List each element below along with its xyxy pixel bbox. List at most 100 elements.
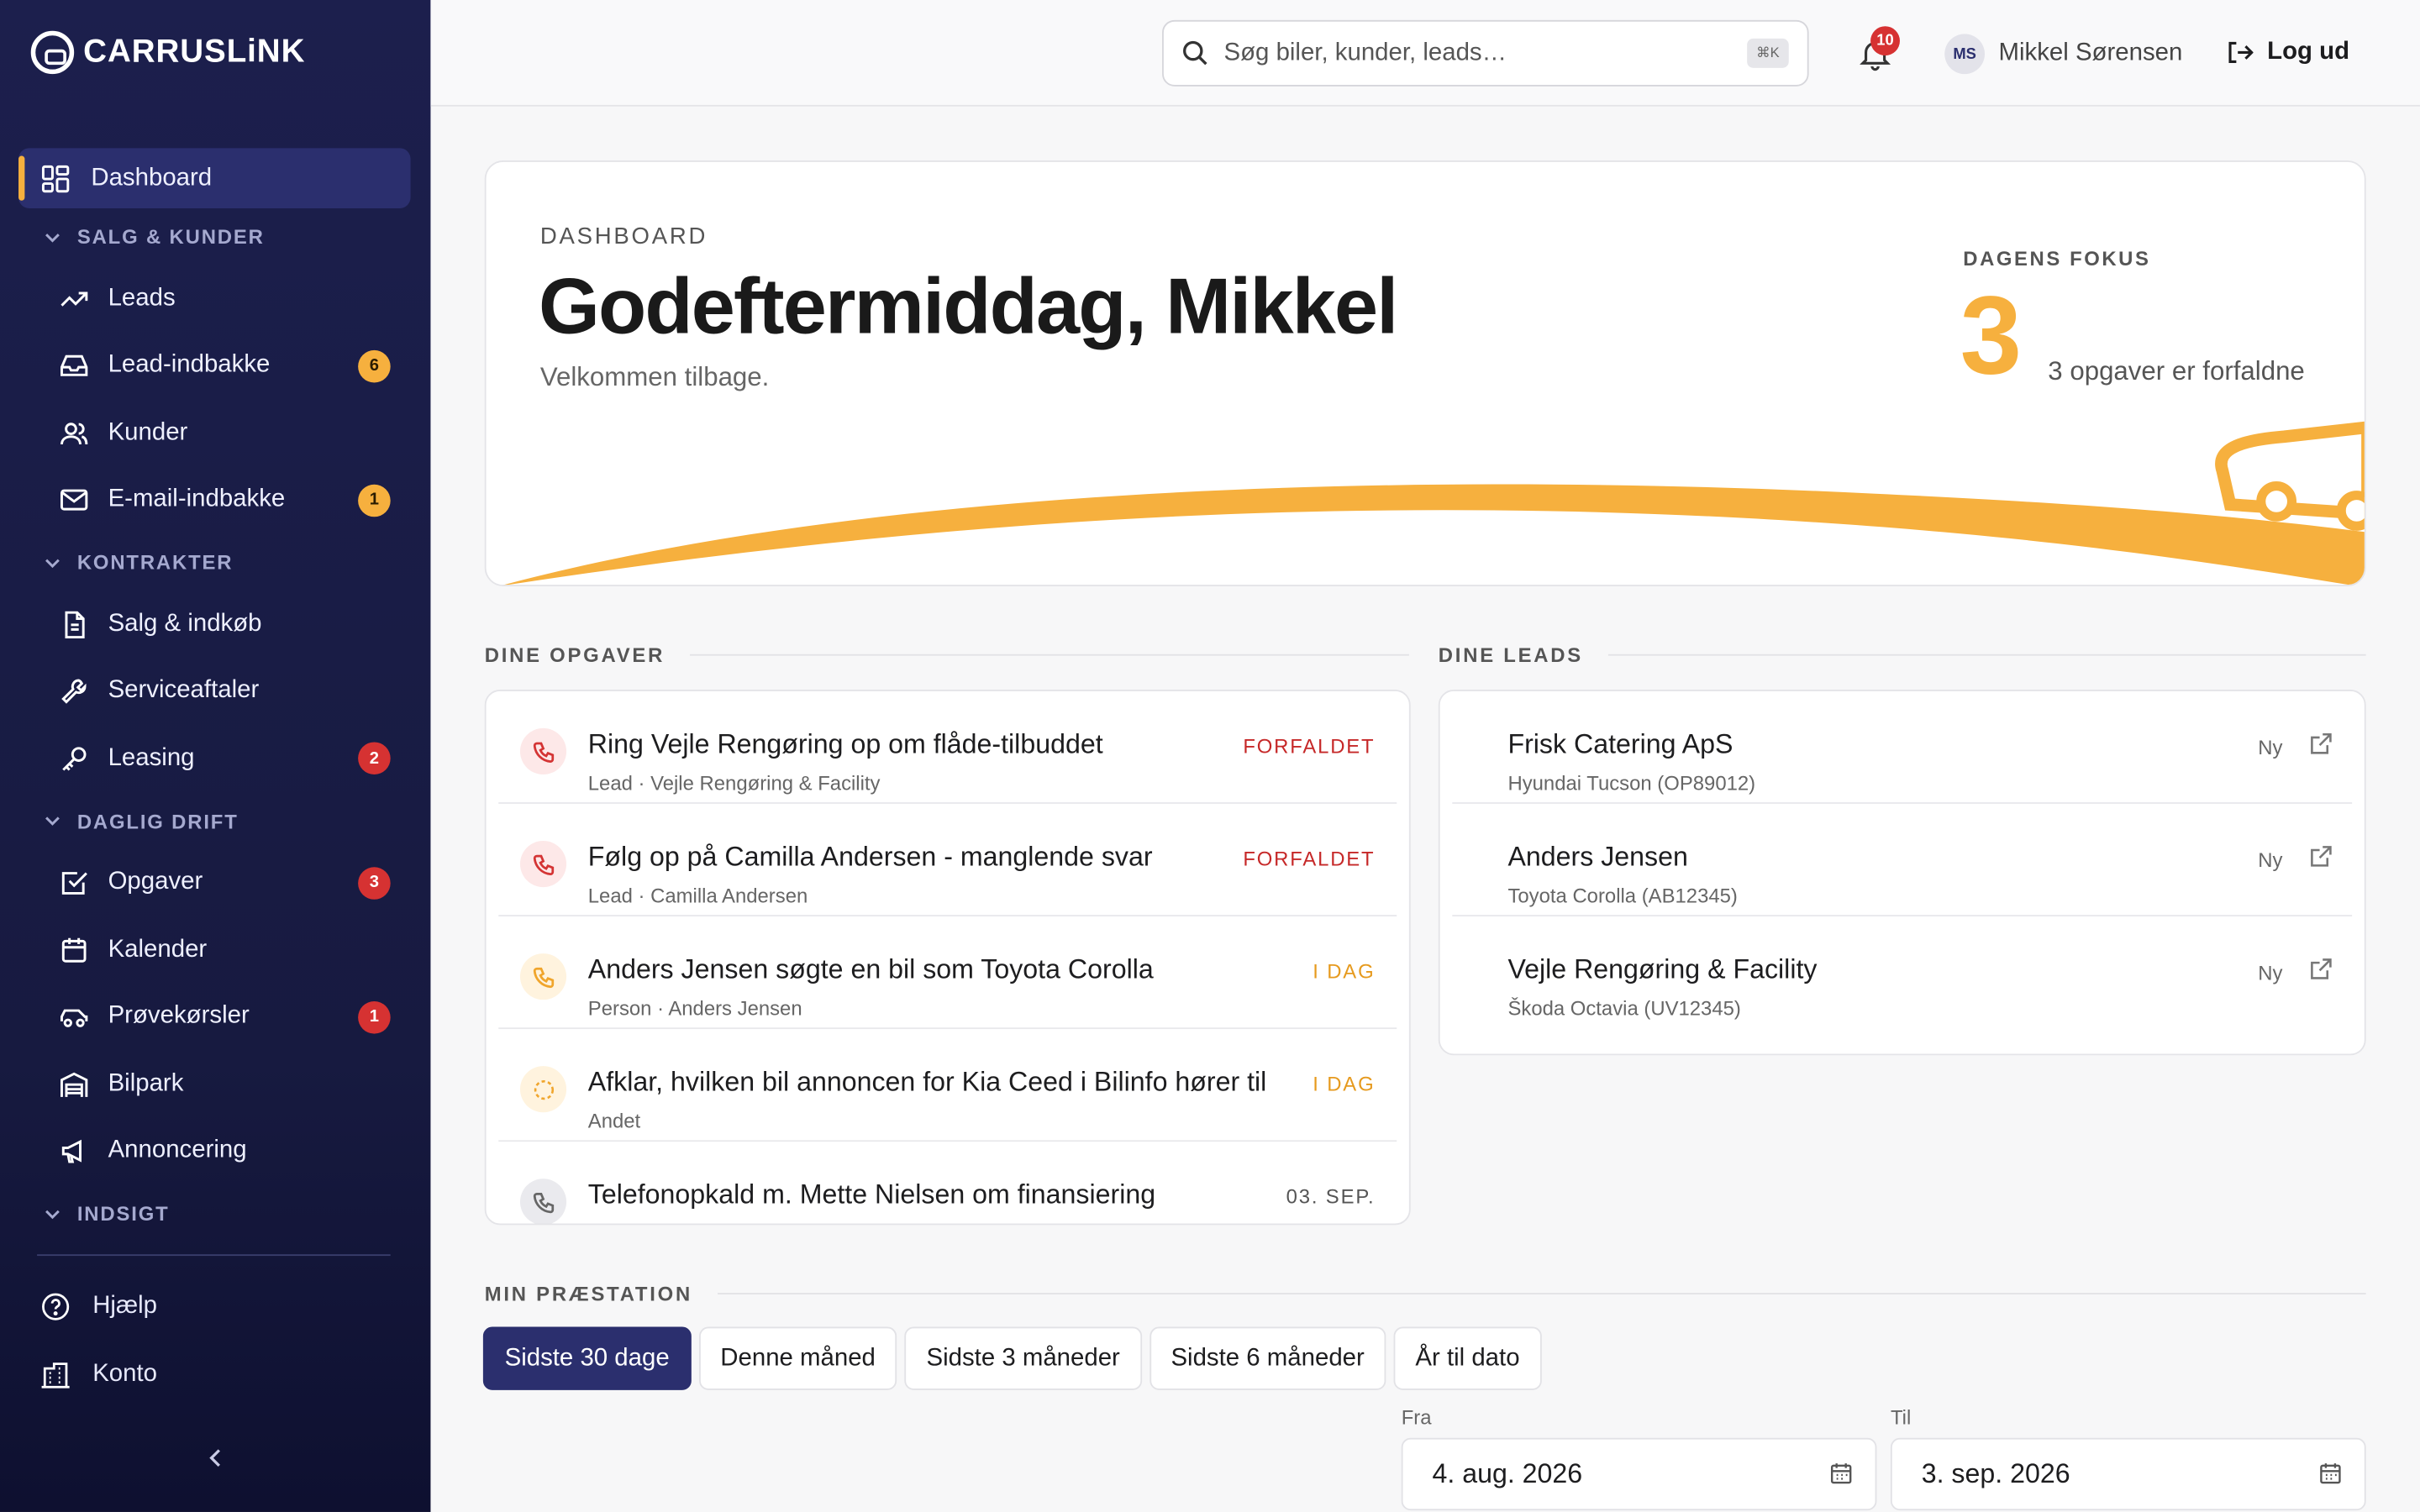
lead-row[interactable]: Vejle Rengøring & Facility Škoda Octavia… (1452, 916, 2352, 1029)
tasks-heading: DINE OPGAVER (484, 643, 1409, 667)
external-link-icon[interactable] (2309, 957, 2333, 981)
calendar-icon (59, 935, 90, 966)
search-input[interactable] (1223, 39, 1718, 67)
tab-this-month[interactable]: Denne måned (698, 1326, 897, 1390)
task-row[interactable]: Telefonopkald m. Mette Nielsen om finans… (498, 1142, 1397, 1224)
help-circle-icon (42, 1293, 70, 1320)
count-badge: 1 (358, 1000, 391, 1034)
task-title: Følg op på Camilla Andersen - manglende … (587, 841, 1153, 872)
section-indsigt[interactable]: INDSIGT (18, 1185, 411, 1242)
sidebar-item-serviceaftaler[interactable]: Serviceaftaler (18, 658, 411, 725)
sidebar-item-leasing[interactable]: Leasing 2 (18, 725, 411, 792)
task-row[interactable]: Ring Vejle Rengøring op om flåde-tilbudd… (498, 691, 1397, 804)
sidebar-item-label: Kalender (108, 936, 208, 963)
shortcut-hint: ⌘K (1747, 38, 1789, 68)
tab-year-to-date[interactable]: År til dato (1393, 1326, 1542, 1390)
sidebar-item-salg-indkob[interactable]: Salg & indkøb (18, 591, 411, 658)
logo-text: CARRUSLiNK (83, 34, 306, 70)
sidebar-item-kunder[interactable]: Kunder (18, 400, 411, 467)
tab-last-3-months[interactable]: Sidste 3 måneder (904, 1326, 1142, 1390)
section-title: DINE OPGAVER (484, 643, 666, 667)
megaphone-icon (59, 1136, 90, 1167)
document-icon (59, 609, 90, 640)
lead-status: Ny (2258, 736, 2283, 759)
sidebar-item-annoncering[interactable]: Annoncering (18, 1118, 411, 1185)
sidebar-item-provekorsler[interactable]: Prøvekørsler 1 (18, 984, 411, 1051)
building-icon (41, 1362, 70, 1389)
task-status: I DAG (1313, 1072, 1376, 1096)
logout-icon (2228, 41, 2254, 64)
task-title: Ring Vejle Rengøring op om flåde-tilbudd… (587, 727, 1103, 759)
lead-row[interactable]: Anders Jensen Toyota Corolla (AB12345) N… (1452, 804, 2353, 916)
checkbox-icon (59, 868, 90, 899)
lead-row[interactable]: Frisk Catering ApS Hyundai Tucson (OP890… (1452, 691, 2353, 804)
tab-last-30-days[interactable]: Sidste 30 dage (482, 1326, 692, 1390)
search-box[interactable]: ⌘K (1162, 19, 1809, 87)
period-tabs: Sidste 30 dage Denne måned Sidste 3 måne… (482, 1326, 1542, 1390)
task-row[interactable]: Følg op på Camilla Andersen - manglende … (498, 804, 1397, 916)
sidebar-item-label: Opgaver (108, 869, 203, 895)
avatar[interactable]: MS (1944, 34, 1985, 75)
hero-eyebrow: DASHBOARD (539, 223, 708, 250)
mail-icon (59, 485, 90, 516)
car-icon (59, 1001, 90, 1032)
page-title: Godeftermiddag, Mikkel (539, 262, 1398, 350)
sidebar-item-dashboard[interactable]: Dashboard (18, 148, 411, 208)
external-link-icon[interactable] (2309, 844, 2333, 869)
chevron-down-icon (45, 233, 60, 242)
dashboard-grid-icon (40, 163, 71, 194)
task-row[interactable]: Anders Jensen søgte en bil som Toyota Co… (498, 916, 1397, 1030)
notification-badge: 10 (1870, 26, 1900, 56)
sidebar-item-label: Bilpark (108, 1070, 184, 1097)
sidebar-item-lead-inbox[interactable]: Lead-indbakke 6 (18, 333, 411, 400)
task-row[interactable]: Afklar, hvilken bil annoncen for Kia Cee… (498, 1029, 1397, 1142)
help-label: Hjælp (92, 1293, 157, 1320)
warehouse-icon (59, 1068, 90, 1100)
lead-title: Vejle Rengøring & Facility (1507, 953, 1818, 984)
section-salg-kunder[interactable]: SALG & KUNDER (18, 208, 411, 265)
lead-title: Anders Jensen (1507, 841, 1688, 872)
lead-meta: Škoda Octavia (UV12345) (1507, 996, 1741, 1021)
to-date-field[interactable]: 3. sep. 2026 (1890, 1437, 2366, 1511)
task-status: FORFALDET (1243, 847, 1376, 870)
count-badge: 3 (358, 866, 391, 900)
sidebar: CARRUSLiNK Dashboard SALG & KUNDER Leads… (0, 0, 431, 1512)
section-kontrakter[interactable]: KONTRAKTER (18, 533, 411, 591)
calendar-icon (1830, 1463, 1852, 1484)
section-daglig-drift[interactable]: DAGLIG DRIFT (18, 792, 411, 849)
section-title: DINE LEADS (1438, 643, 1583, 667)
sidebar-item-bilpark[interactable]: Bilpark (18, 1051, 411, 1118)
from-date-field[interactable]: 4. aug. 2026 (1401, 1437, 1877, 1511)
logout-label: Log ud (2267, 38, 2350, 66)
sidebar-divider (37, 1254, 391, 1257)
performance-heading: MIN PRÆSTATION (485, 1282, 2366, 1305)
help-link[interactable]: Hjælp (40, 1291, 157, 1322)
logout-button[interactable]: Log ud (2226, 38, 2350, 66)
sidebar-item-opgaver[interactable]: Opgaver 3 (18, 849, 411, 916)
account-link[interactable]: Konto (40, 1359, 157, 1390)
focus-text[interactable]: 3 opgaver er forfaldne (2048, 356, 2305, 387)
user-name[interactable]: Mikkel Sørensen (1999, 40, 2183, 68)
sidebar-item-kalender[interactable]: Kalender (18, 916, 411, 984)
brand-logo[interactable]: CARRUSLiNK (30, 30, 306, 75)
lead-title: Frisk Catering ApS (1507, 727, 1733, 759)
tasks-card: Ring Vejle Rengøring op om flåde-tilbudd… (484, 690, 1411, 1226)
dashed-circle-icon (519, 1066, 567, 1113)
count-badge: 2 (358, 742, 391, 775)
task-meta: Andet (587, 1109, 641, 1133)
users-icon (59, 417, 90, 449)
sidebar-item-label: Serviceaftaler (108, 677, 260, 704)
chevron-down-icon (45, 1209, 60, 1219)
lead-meta: Toyota Corolla (AB12345) (1507, 884, 1738, 907)
chevron-left-icon[interactable] (203, 1444, 230, 1472)
task-title: Afklar, hvilken bil annoncen for Kia Cee… (587, 1066, 1267, 1097)
external-link-icon[interactable] (2309, 732, 2333, 756)
focus-label: DAGENS FOKUS (1963, 246, 2151, 270)
tab-last-6-months[interactable]: Sidste 6 måneder (1149, 1326, 1386, 1390)
phone-icon (519, 953, 567, 1000)
sidebar-item-email-inbox[interactable]: E-mail-indbakke 1 (18, 467, 411, 534)
sidebar-item-leads[interactable]: Leads (18, 265, 411, 333)
wrench-icon (59, 676, 90, 707)
sidebar-item-label: Salg & indkøb (108, 610, 262, 638)
sidebar-item-label: Prøvekørsler (108, 1003, 250, 1030)
